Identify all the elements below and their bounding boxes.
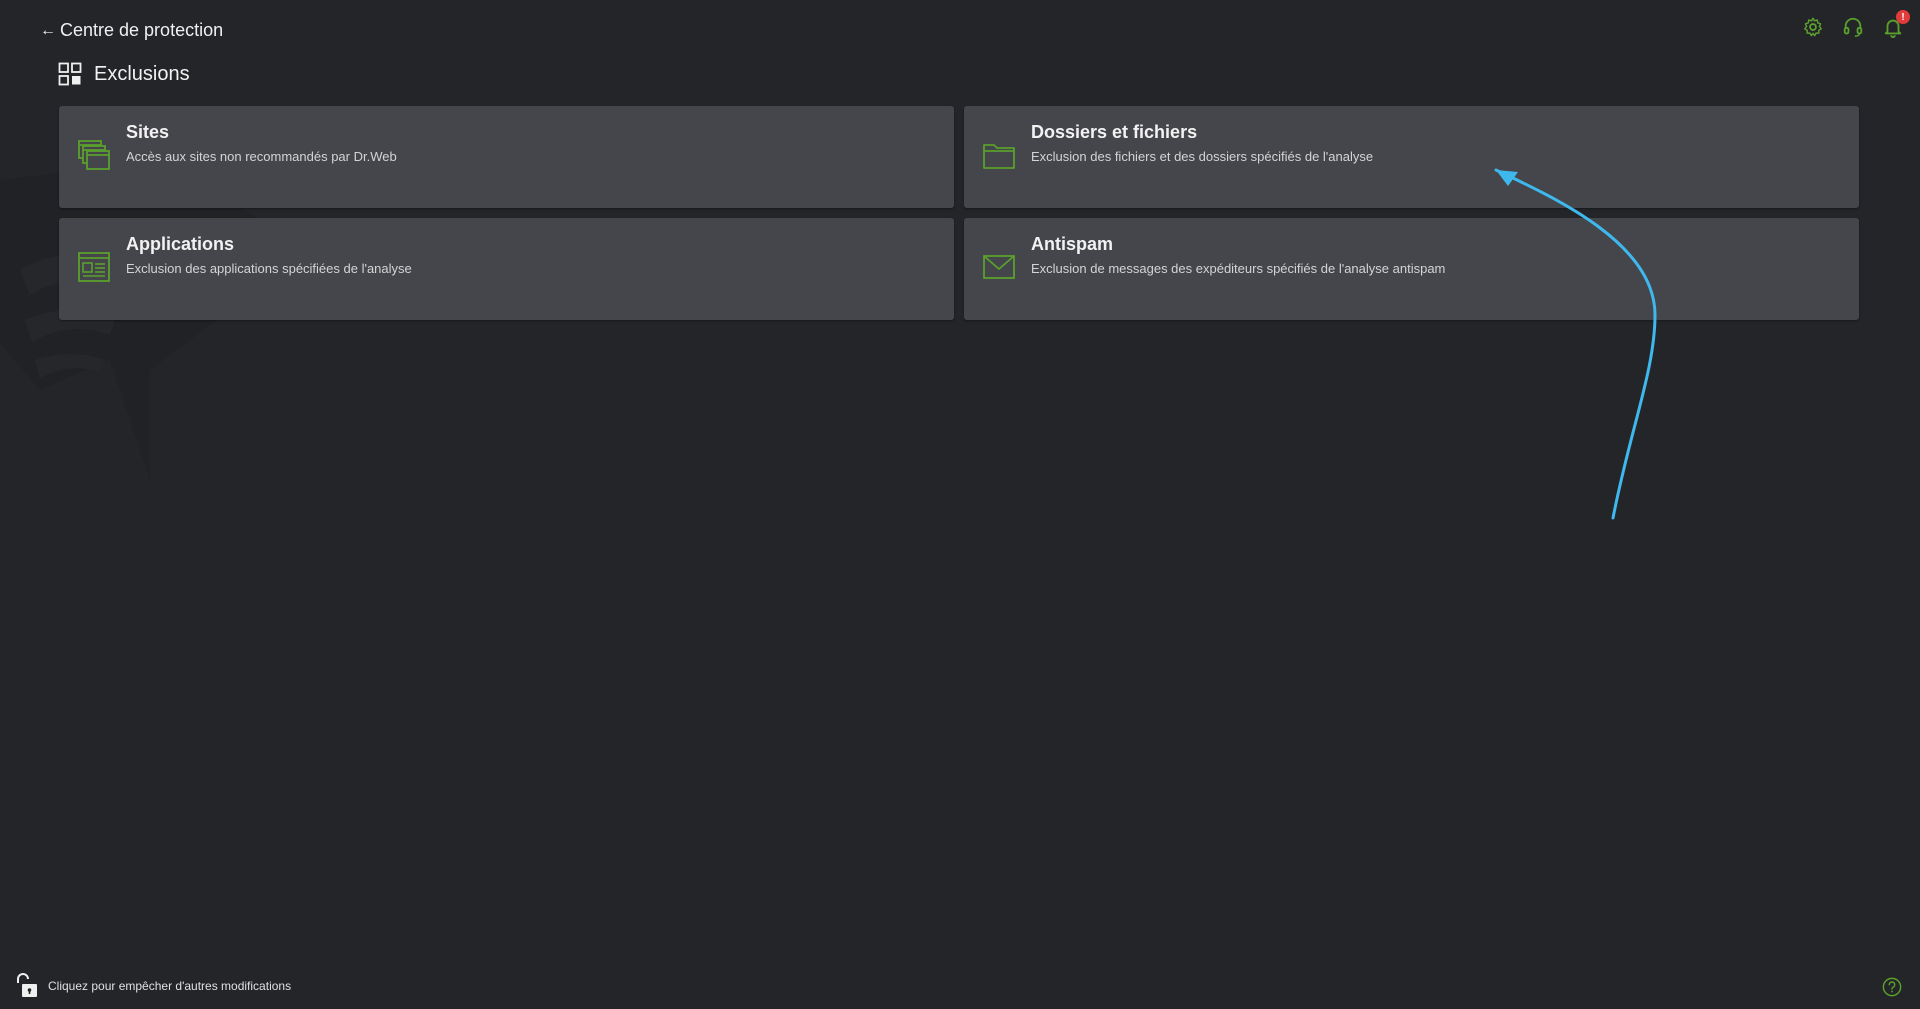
arrow-left-icon: ← — [40, 21, 56, 39]
card-description: Exclusion de messages des expéditeurs sp… — [1031, 261, 1446, 276]
sites-card[interactable]: Sites Accès aux sites non recommandés pa… — [59, 106, 954, 208]
browser-windows-icon — [78, 140, 110, 170]
exclusion-cards-grid: Sites Accès aux sites non recommandés pa… — [59, 106, 1860, 320]
card-title: Dossiers et fichiers — [1031, 122, 1198, 142]
card-description: Accès aux sites non recommandés par Dr.W… — [126, 149, 397, 164]
envelope-icon — [983, 255, 1015, 279]
back-link-label: Centre de protection — [60, 20, 224, 40]
antispam-card[interactable]: Antispam Exclusion de messages des expéd… — [964, 218, 1859, 320]
lock-settings-button[interactable]: Cliquez pour empêcher d'autres modificat… — [14, 973, 291, 999]
grid-icon — [58, 62, 82, 86]
card-title: Sites — [126, 122, 170, 142]
unlock-icon — [17, 973, 37, 997]
card-description: Exclusion des applications spécifiées de… — [126, 261, 412, 276]
page-title-text: Exclusions — [94, 62, 190, 85]
card-title: Antispam — [1031, 234, 1114, 254]
card-description: Exclusion des fichiers et des dossiers s… — [1031, 149, 1374, 164]
lock-label: Cliquez pour empêcher d'autres modificat… — [48, 979, 292, 993]
bell-icon[interactable]: ! — [1882, 10, 1910, 38]
application-window-icon — [78, 252, 110, 282]
help-icon[interactable] — [1882, 977, 1902, 997]
folders-files-card[interactable]: Dossiers et fichiers Exclusion des fichi… — [964, 106, 1859, 208]
back-to-protection-center-link[interactable]: ← Centre de protection — [40, 20, 223, 41]
exclusions-page: ← Centre de protection ! Exclusions Site… — [0, 0, 1920, 1009]
folder-icon — [983, 144, 1015, 169]
applications-card[interactable]: Applications Exclusion des applications … — [59, 218, 954, 320]
page-title: Exclusions — [58, 62, 190, 86]
top-toolbar: ! — [1802, 10, 1910, 38]
headset-icon[interactable] — [1842, 16, 1864, 38]
card-title: Applications — [126, 234, 235, 254]
gear-icon[interactable] — [1802, 16, 1824, 38]
notification-badge: ! — [1896, 10, 1910, 24]
